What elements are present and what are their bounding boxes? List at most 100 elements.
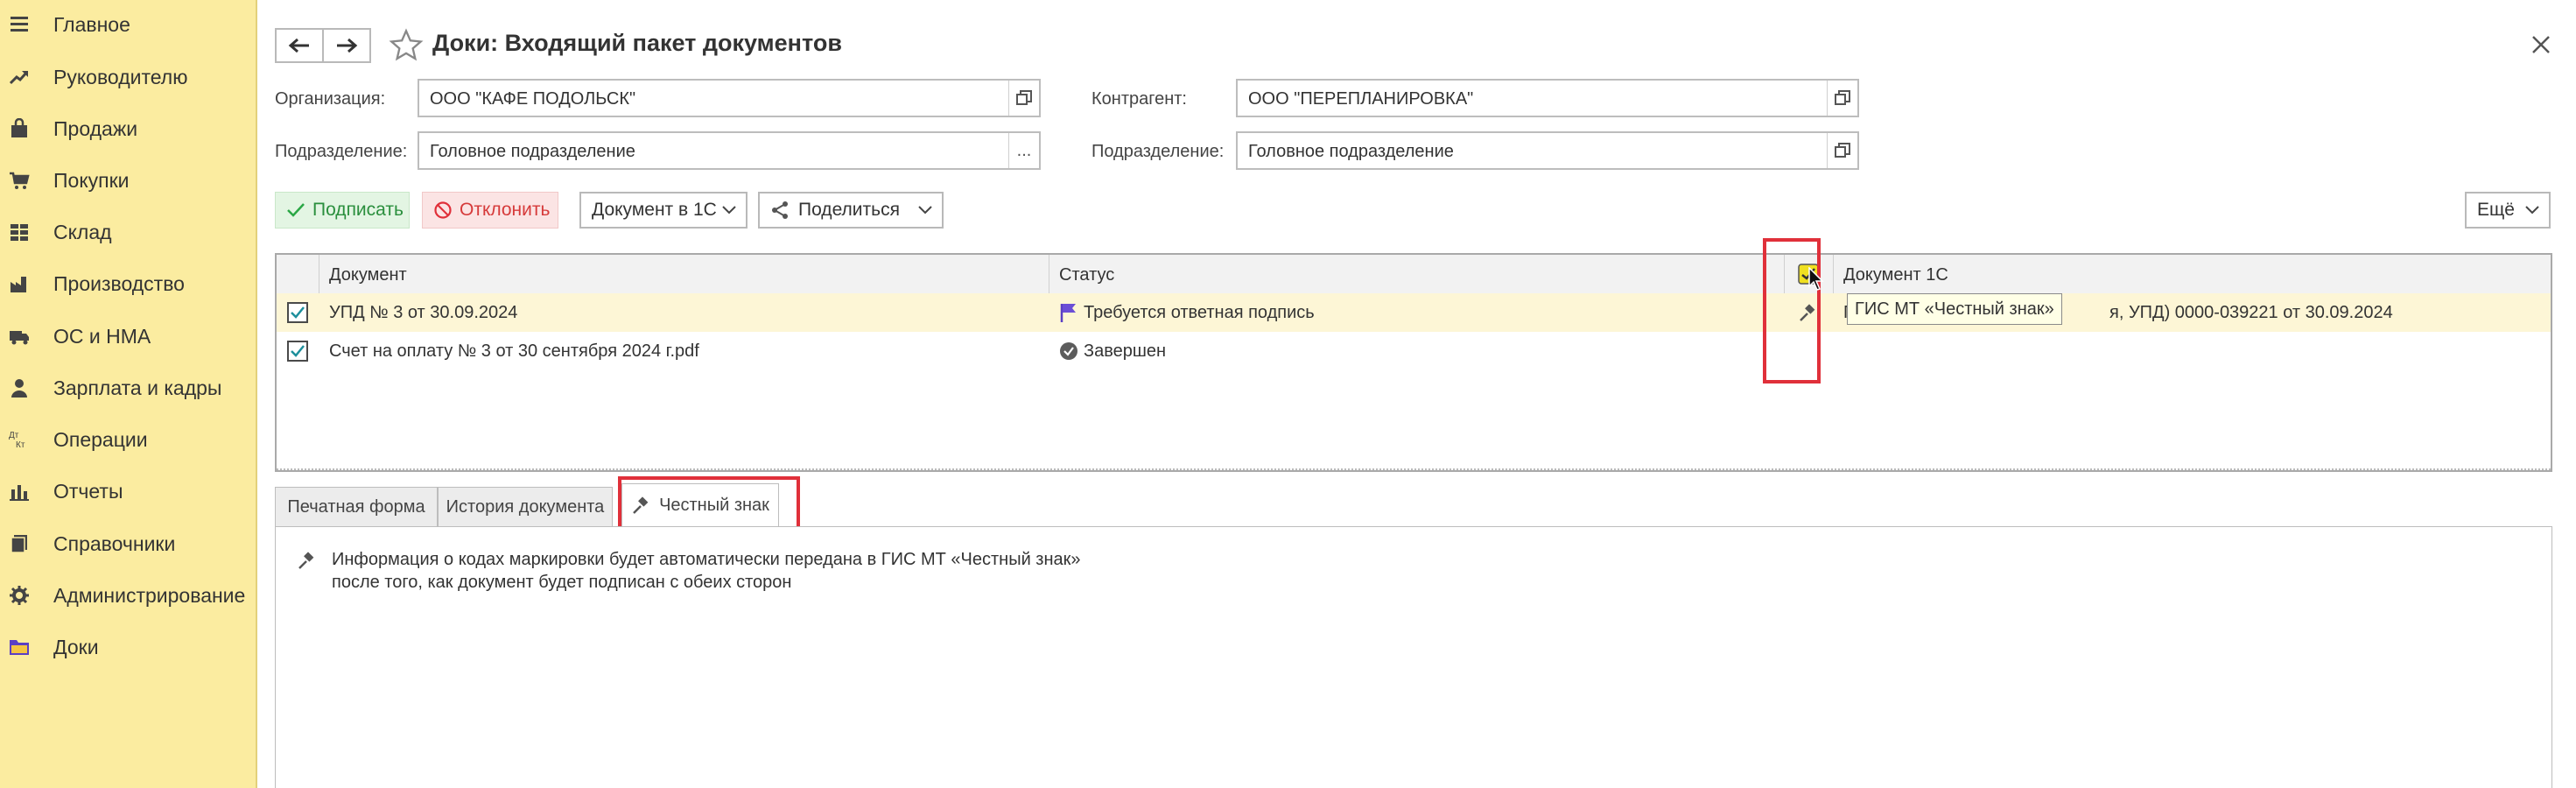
person-icon	[11, 379, 27, 398]
sidebar-item-label: Справочники	[53, 531, 176, 555]
sidebar-item-label: Покупки	[53, 168, 130, 192]
tab-honest-sign-label: Честный знак	[659, 496, 769, 515]
table-row[interactable]: Счет на оплату № 3 от 30 сентября 2024 г…	[277, 332, 2551, 370]
info-line-2: после того, как документ будет подписан …	[332, 573, 792, 592]
sidebar-item-administration[interactable]: Администрирование	[0, 573, 256, 617]
share-dropdown[interactable]: Поделиться	[758, 192, 944, 229]
document-cell: Счет на оплату № 3 от 30 сентября 2024 г…	[329, 341, 699, 361]
checkmark-icon	[291, 345, 305, 357]
svg-text:Дт: Дт	[9, 431, 19, 440]
checkmark-icon	[287, 203, 305, 217]
back-button[interactable]	[275, 28, 324, 63]
truck-icon	[10, 331, 29, 345]
chevron-down-icon	[2525, 206, 2539, 215]
tooltip: ГИС МТ «Честный знак»	[1847, 293, 2062, 325]
open-organization-button[interactable]	[1008, 81, 1039, 116]
trend-up-icon	[9, 71, 29, 85]
dt-kt-icon: ДтКт	[9, 431, 25, 450]
copy-icon	[1835, 90, 1850, 105]
books-icon	[11, 535, 27, 553]
sidebar-item-fixed-assets[interactable]: ОС и НМА	[0, 314, 256, 358]
arrow-right-icon	[337, 38, 358, 53]
sidebar-item-label: Операции	[53, 427, 148, 451]
sidebar-item-sales[interactable]: Продажи	[0, 107, 256, 151]
share-label: Поделиться	[798, 200, 900, 220]
reject-button[interactable]: Отклонить	[422, 192, 558, 229]
tab-honest-sign[interactable]: Честный знак	[621, 483, 779, 527]
sidebar-item-reports[interactable]: Отчеты	[0, 469, 256, 513]
sidebar-item-label: Отчеты	[53, 479, 123, 503]
counterparty-department-value: Головное подразделение	[1248, 142, 1454, 161]
sidebar-item-label: Зарплата и кадры	[53, 376, 222, 399]
shopping-bag-icon	[11, 118, 27, 137]
row-checkbox[interactable]	[287, 341, 308, 362]
column-header-check	[277, 255, 319, 294]
sidebar-item-docs[interactable]: Доки	[0, 625, 256, 669]
warehouse-grid-icon	[11, 224, 28, 241]
table-row[interactable]: УПД № 3 от 30.09.2024 Требуется ответная…	[277, 293, 2551, 332]
checkmark-icon	[291, 306, 305, 319]
column-header-document-label: Документ	[329, 265, 407, 285]
column-header-status[interactable]: Статус	[1049, 255, 1784, 294]
department-label: Подразделение:	[275, 142, 408, 161]
department-value: Головное подразделение	[430, 142, 635, 161]
sidebar-item-warehouse[interactable]: Склад	[0, 210, 256, 254]
splitter[interactable]	[277, 468, 2551, 470]
main-area: Доки: Входящий пакет документов Организа…	[257, 0, 2576, 788]
tab-print-form[interactable]: Печатная форма	[275, 487, 438, 527]
svg-text:Кт: Кт	[16, 440, 25, 450]
pin-icon	[633, 496, 649, 514]
document-1c-cell-end: я, УПД) 0000-039221 от 30.09.2024	[2109, 303, 2393, 322]
tab-panel: Информация о кодах маркировки будет авто…	[275, 526, 2552, 788]
reject-button-label: Отклонить	[460, 200, 551, 220]
organization-field[interactable]: ООО "КАФЕ ПОДОЛЬСК"	[418, 79, 1041, 117]
sign-button[interactable]: Подписать	[275, 192, 410, 229]
open-counterparty-department-button[interactable]	[1827, 133, 1857, 168]
chevron-down-icon	[722, 206, 736, 215]
arrow-left-icon	[288, 38, 309, 53]
close-icon[interactable]	[2528, 32, 2554, 58]
copy-icon	[1835, 143, 1850, 158]
pin-icon	[298, 552, 314, 569]
counterparty-label: Контрагент:	[1091, 89, 1187, 109]
row-checkbox[interactable]	[287, 302, 308, 323]
copy-icon	[1016, 90, 1032, 105]
sidebar-item-main[interactable]: Главное	[0, 3, 256, 46]
sidebar-item-operations[interactable]: Дт Кт Операции	[0, 418, 256, 461]
forward-button[interactable]	[322, 28, 371, 63]
sidebar-item-production[interactable]: Производство	[0, 262, 256, 306]
sidebar-item-label: Склад	[53, 220, 112, 243]
status-cell: Требуется ответная подпись	[1084, 303, 1315, 322]
cart-icon	[10, 172, 30, 189]
share-icon	[772, 201, 788, 219]
check-circle-icon	[1060, 342, 1077, 360]
department-field[interactable]: Головное подразделение ...	[418, 131, 1041, 170]
sidebar-item-references[interactable]: Справочники	[0, 522, 256, 566]
select-department-button[interactable]: ...	[1008, 133, 1039, 168]
sidebar-item-manager[interactable]: Руководителю	[0, 55, 256, 99]
chevron-down-icon	[918, 206, 932, 215]
divider	[1784, 255, 1785, 293]
column-header-document-1c-label: Документ 1С	[1843, 265, 1948, 285]
counterparty-department-label: Подразделение:	[1091, 142, 1225, 161]
menu-lines-icon	[11, 17, 28, 32]
gear-icon	[10, 586, 29, 605]
factory-icon	[11, 277, 26, 292]
star-icon[interactable]	[389, 28, 424, 63]
open-counterparty-button[interactable]	[1827, 81, 1857, 116]
sidebar-item-purchases[interactable]: Покупки	[0, 158, 256, 202]
counterparty-field[interactable]: ООО "ПЕРЕПЛАНИРОВКА"	[1236, 79, 1859, 117]
tab-document-history[interactable]: История документа	[438, 487, 613, 527]
counterparty-department-field[interactable]: Головное подразделение	[1236, 131, 1859, 170]
document-in-1c-label: Документ в 1С	[592, 200, 717, 220]
more-dropdown[interactable]: Ещё	[2465, 192, 2551, 229]
organization-label: Организация:	[275, 89, 386, 109]
sidebar-item-salary[interactable]: Зарплата и кадры	[0, 366, 256, 410]
document-in-1c-dropdown[interactable]: Документ в 1С	[579, 192, 748, 229]
sidebar-item-label: Руководителю	[53, 65, 188, 88]
counterparty-value: ООО "ПЕРЕПЛАНИРОВКА"	[1248, 89, 1474, 109]
column-header-document-1c[interactable]: Документ 1С	[1833, 255, 2551, 294]
sidebar-item-label: Производство	[53, 271, 185, 295]
column-header-document[interactable]: Документ	[319, 255, 1049, 294]
sidebar-item-label: ОС и НМА	[53, 324, 151, 348]
